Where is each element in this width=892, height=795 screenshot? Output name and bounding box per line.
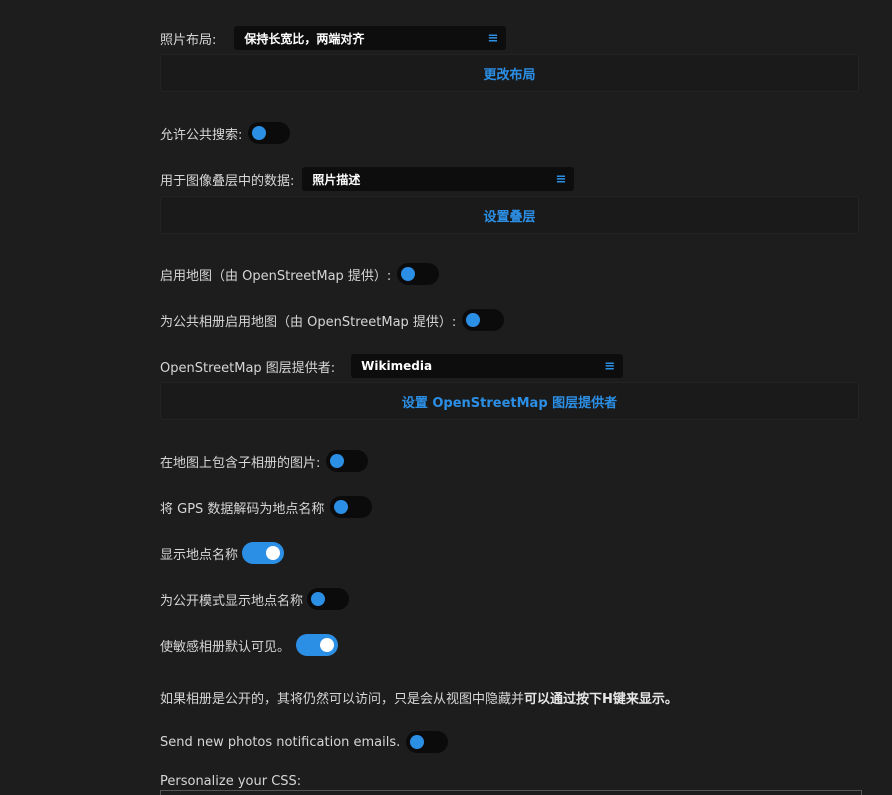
sensitive-visible-row: 使敏感相册默认可见。 xyxy=(160,634,339,656)
show-location-label: 显示地点名称 xyxy=(160,547,239,563)
gps-decode-row: 将 GPS 数据解码为地点名称 xyxy=(160,496,373,518)
custom-css-textarea[interactable] xyxy=(160,790,862,795)
public-search-toggle[interactable] xyxy=(248,122,291,144)
menu-lines-icon: ≡ xyxy=(555,171,567,187)
public-search-label: 允许公共搜索: xyxy=(160,127,243,143)
show-location-toggle[interactable] xyxy=(242,542,285,564)
map-subalbums-toggle[interactable] xyxy=(326,450,369,472)
change-layout-button[interactable]: 更改布局 xyxy=(160,54,859,92)
sensitive-visible-label: 使敏感相册默认可见。 xyxy=(160,639,291,655)
toggle-knob xyxy=(311,592,326,606)
new-photos-email-toggle[interactable] xyxy=(406,731,449,753)
set-osm-provider-button[interactable]: 设置 OpenStreetMap 图层提供者 xyxy=(160,382,859,420)
map-enabled-label: 启用地图（由 OpenStreetMap 提供）: xyxy=(160,268,392,284)
map-public-label: 为公共相册启用地图（由 OpenStreetMap 提供）: xyxy=(160,314,457,330)
overlay-value: 照片描述 xyxy=(312,172,361,187)
osm-provider-label: OpenStreetMap 图层提供者: xyxy=(160,360,336,376)
photo-layout-row: 照片布局: 保持长宽比，两端对齐 ≡ xyxy=(160,26,507,50)
sensitive-info-text: 如果相册是公开的，其将仍然可以访问，只是会从视图中隐藏并可以通过按下H键来显示。 xyxy=(160,688,678,707)
photo-layout-label: 照片布局: xyxy=(160,32,217,48)
osm-provider-row: OpenStreetMap 图层提供者: Wikimedia ≡ xyxy=(160,354,624,378)
show-location-row: 显示地点名称 xyxy=(160,542,285,564)
gps-decode-toggle[interactable] xyxy=(330,496,373,518)
toggle-knob xyxy=(320,638,335,652)
toggle-knob xyxy=(466,313,481,327)
custom-css-label: Personalize your CSS: xyxy=(160,774,302,789)
map-enabled-row: 启用地图（由 OpenStreetMap 提供）: xyxy=(160,263,440,285)
sensitive-info-normal: 如果相册是公开的，其将仍然可以访问，只是会从视图中隐藏并 xyxy=(160,692,525,707)
osm-provider-value: Wikimedia xyxy=(361,359,433,373)
toggle-knob xyxy=(401,267,416,281)
toggle-knob xyxy=(252,126,267,140)
public-location-label: 为公开模式显示地点名称 xyxy=(160,593,304,609)
new-photos-email-label: Send new photos notification emails. xyxy=(160,734,401,750)
map-subalbums-label: 在地图上包含子相册的图片: xyxy=(160,455,321,471)
toggle-knob xyxy=(330,454,345,468)
public-search-row: 允许公共搜索: xyxy=(160,122,291,144)
map-enabled-toggle[interactable] xyxy=(397,263,440,285)
gps-decode-label: 将 GPS 数据解码为地点名称 xyxy=(160,501,325,517)
public-location-row: 为公开模式显示地点名称 xyxy=(160,588,350,610)
new-photos-email-row: Send new photos notification emails. xyxy=(160,731,449,753)
settings-page: 照片布局: 保持长宽比，两端对齐 ≡ 更改布局 允许公共搜索: 用于图像叠层中的… xyxy=(0,0,892,795)
set-overlay-button[interactable]: 设置叠层 xyxy=(160,196,859,234)
map-public-row: 为公共相册启用地图（由 OpenStreetMap 提供）: xyxy=(160,309,505,331)
photo-layout-value: 保持长宽比，两端对齐 xyxy=(244,31,365,46)
map-subalbums-row: 在地图上包含子相册的图片: xyxy=(160,450,369,472)
toggle-knob xyxy=(334,500,349,514)
osm-provider-select[interactable]: Wikimedia ≡ xyxy=(351,354,624,378)
menu-lines-icon: ≡ xyxy=(604,358,616,374)
sensitive-visible-toggle[interactable] xyxy=(296,634,339,656)
toggle-knob xyxy=(410,735,425,749)
public-location-toggle[interactable] xyxy=(307,588,350,610)
photo-layout-select[interactable]: 保持长宽比，两端对齐 ≡ xyxy=(234,26,507,50)
toggle-knob xyxy=(266,546,281,560)
menu-lines-icon: ≡ xyxy=(487,30,499,46)
map-public-toggle[interactable] xyxy=(462,309,505,331)
overlay-row: 用于图像叠层中的数据: 照片描述 ≡ xyxy=(160,167,575,191)
overlay-select[interactable]: 照片描述 ≡ xyxy=(302,167,575,191)
sensitive-info-bold: 可以通过按下H键来显示。 xyxy=(524,692,678,707)
overlay-label: 用于图像叠层中的数据: xyxy=(160,173,295,189)
